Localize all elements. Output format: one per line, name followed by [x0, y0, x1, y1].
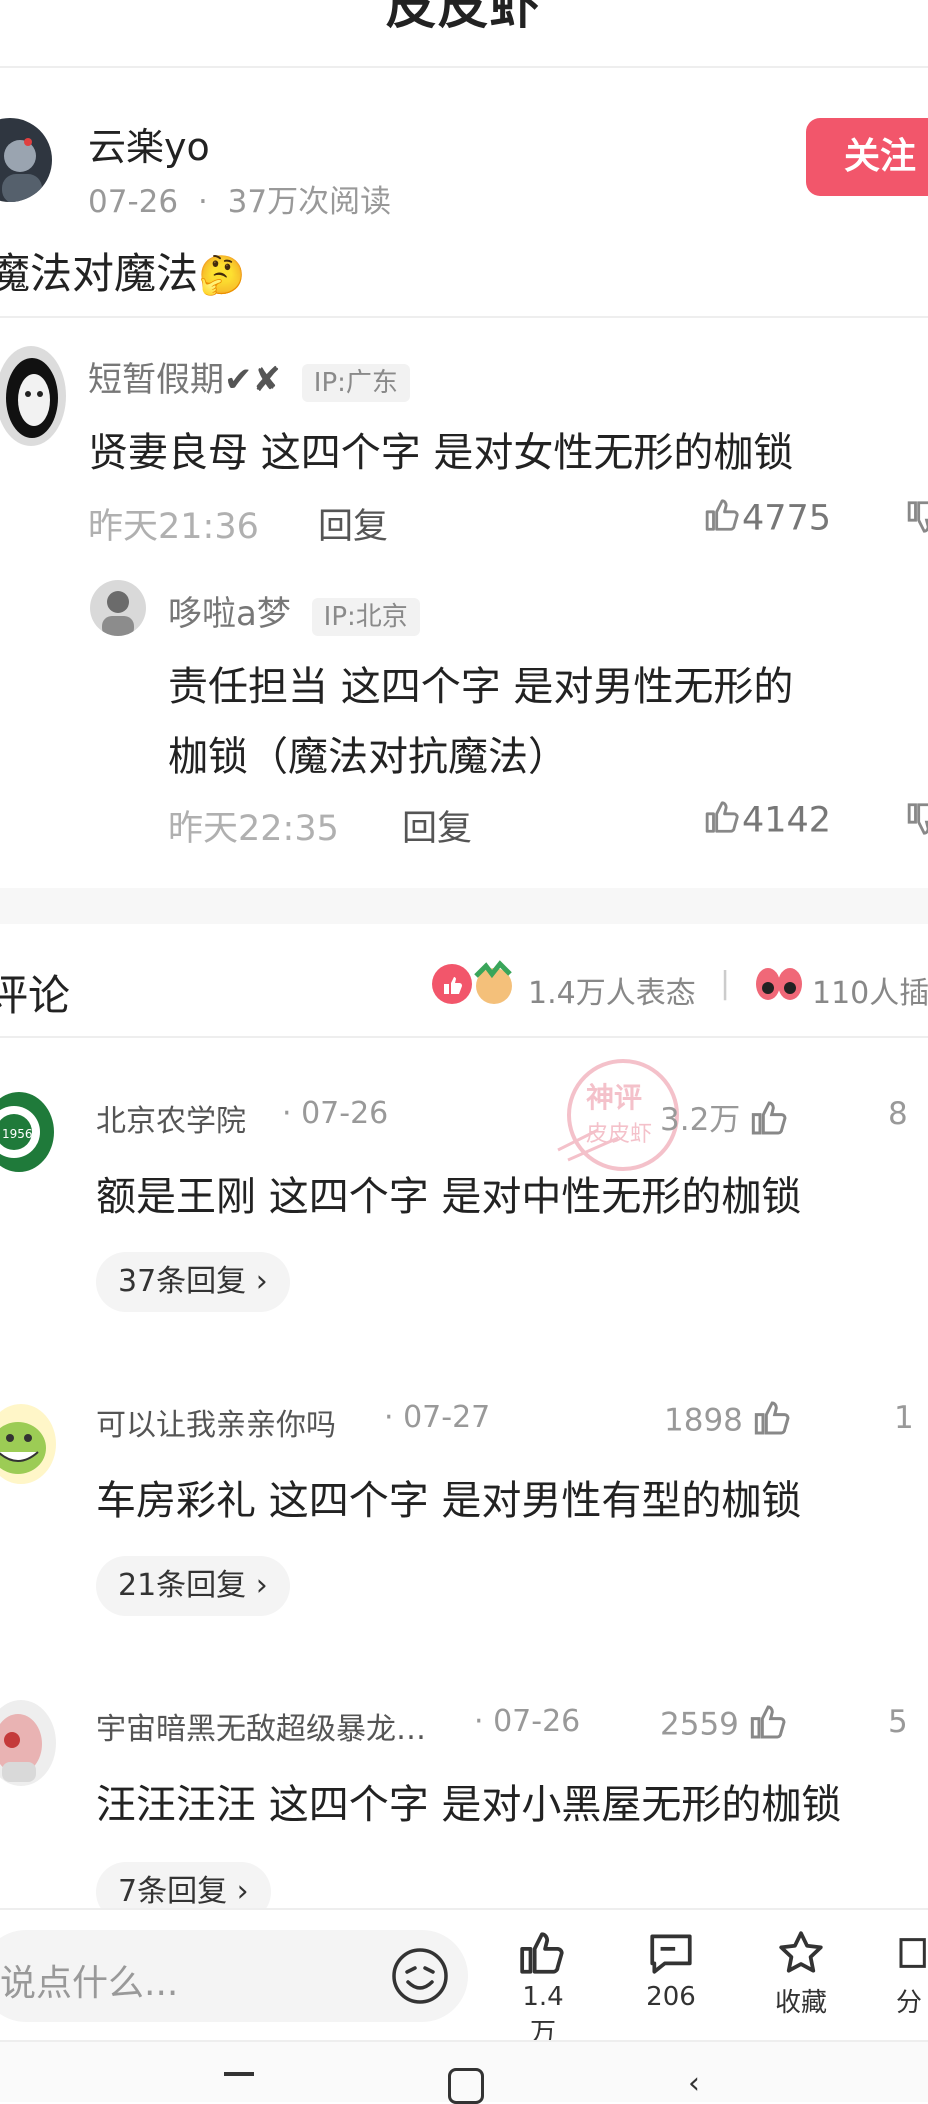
comment-extra-count: 5	[888, 1704, 908, 1740]
comment-like-group[interactable]: 3.2万	[660, 1094, 790, 1146]
comment-action[interactable]: 206	[640, 1928, 702, 2012]
quoted-like-group[interactable]: 4775	[704, 496, 831, 543]
comment-input-placeholder: 说点什么...	[0, 1963, 179, 2004]
thumbs-sticker-icon	[470, 960, 518, 1012]
favorite-action[interactable]: 收藏	[766, 1928, 836, 2019]
meta-separator: ·	[197, 184, 208, 220]
reply-like-group[interactable]: 4142	[704, 798, 831, 845]
thumb-down-icon[interactable]	[906, 498, 928, 540]
header-separator: |	[720, 966, 731, 1001]
more-icon[interactable]	[894, 0, 928, 10]
view-replies-button[interactable]: 21条回复 ›	[96, 1556, 290, 1616]
thumb-down-icon[interactable]	[906, 800, 928, 842]
follow-button[interactable]: 关注	[806, 118, 928, 196]
reply-reply-button[interactable]: 回复	[402, 800, 472, 851]
thumb-up-icon	[704, 496, 742, 543]
reaction-count[interactable]: 1.4万人表态	[528, 968, 696, 1012]
post-meta: 07-26 · 37万次阅读	[88, 176, 391, 221]
app-title: 皮皮虾	[386, 0, 542, 35]
quoted-like-count: 4775	[742, 498, 832, 539]
watermark-subtext: 皮皮虾	[586, 1122, 653, 1147]
read-count: 37万次阅读	[227, 184, 392, 220]
comment-user[interactable]: 宇宙暗黑无敌超级暴龙…	[96, 1704, 426, 1748]
reply-text-line1: 责任担当 这四个字 是对男性无形的	[168, 664, 794, 710]
comment-like-count: 1898	[664, 1402, 743, 1439]
like-action-count: 1.4万	[522, 1982, 564, 2048]
comments-header-divider	[0, 1036, 928, 1038]
share-action[interactable]: 分	[896, 1928, 928, 2019]
post-title: 魔法对魔法🤔	[0, 240, 245, 301]
comment-user[interactable]: 北京农学院	[96, 1096, 246, 1140]
favorite-label: 收藏	[774, 1988, 827, 2018]
share-icon	[896, 1928, 928, 1982]
title-divider	[0, 316, 928, 318]
thumb-up-icon	[512, 1928, 574, 1982]
quoted-comment-text: 贤妻良母 这四个字 是对女性无形的枷锁	[88, 430, 794, 476]
comment-extra-count: 1	[894, 1400, 914, 1436]
comment-avatar[interactable]	[0, 1700, 56, 1786]
comment-like-group[interactable]: 1898	[664, 1398, 793, 1446]
like-action[interactable]: 1.4万	[512, 1928, 574, 2049]
thumb-up-icon	[753, 1398, 793, 1446]
comment-avatar[interactable]	[0, 1404, 56, 1484]
post-date: 07-26	[88, 184, 179, 220]
view-replies-button[interactable]: 37条回复 ›	[96, 1252, 290, 1312]
insert-count[interactable]: 110人插	[812, 968, 928, 1012]
eyes-icon	[754, 964, 804, 1008]
commenter-avatar[interactable]	[0, 346, 66, 446]
thumb-up-icon	[750, 1098, 790, 1146]
comment-user[interactable]: 可以让我亲亲你吗	[96, 1400, 336, 1444]
reply-like-count: 4142	[742, 800, 832, 841]
reply-username[interactable]: 哆啦a梦	[168, 594, 291, 634]
comment-bubble-icon	[640, 1928, 702, 1982]
svg-text:1956: 1956	[2, 1127, 33, 1141]
header-divider	[0, 66, 928, 68]
comment-text: 车房彩礼 这四个字 是对男性有型的枷锁	[96, 1478, 802, 1524]
watermark-text: 神评	[586, 1081, 643, 1114]
reply-text-line2: 枷锁（魔法对抗魔法）	[168, 734, 568, 780]
comment-date: · 07-27	[384, 1400, 491, 1435]
comment-like-count: 2559	[660, 1706, 739, 1743]
star-icon	[766, 1928, 836, 1982]
thumb-up-icon	[749, 1702, 789, 1750]
menu-nav-icon[interactable]	[224, 2072, 254, 2076]
quoted-time: 昨天21:36	[88, 507, 259, 547]
comment-date: · 07-26	[282, 1096, 389, 1131]
reply-ip-badge: IP:北京	[311, 598, 420, 636]
quoted-username[interactable]: 短暂假期	[88, 360, 224, 400]
quoted-reply-button[interactable]: 回复	[318, 498, 388, 549]
bottom-bar-divider	[0, 1908, 928, 1910]
comment-action-count: 206	[646, 1982, 696, 2012]
section-gap	[0, 888, 928, 924]
verified-icon: ✔✘	[224, 360, 281, 400]
comment-like-group[interactable]: 2559	[660, 1702, 789, 1750]
comment-text: 汪汪汪汪 这四个字 是对小黑屋无形的枷锁	[96, 1782, 842, 1828]
back-nav-icon[interactable]: ‹	[688, 2066, 700, 2101]
comment-avatar[interactable]: 1956	[0, 1092, 54, 1172]
author-avatar[interactable]	[0, 118, 52, 202]
reply-user-avatar[interactable]	[90, 580, 146, 636]
quoted-user-row: 短暂假期✔✘ IP:广东	[88, 352, 410, 402]
comment-input[interactable]: 说点什么...	[0, 1930, 468, 2022]
comments-title: 评论	[0, 971, 71, 1020]
reply-time: 昨天22:35	[168, 809, 339, 849]
share-label: 分	[896, 1988, 923, 2018]
reply-user-row: 哆啦a梦 IP:北京	[168, 586, 420, 636]
ip-badge: IP:广东	[301, 364, 410, 402]
thinking-emoji-icon: 🤔	[198, 253, 246, 297]
post-title-text: 魔法对魔法	[0, 249, 199, 298]
thumb-up-icon	[704, 798, 742, 845]
home-nav-icon[interactable]	[448, 2068, 484, 2104]
comment-extra-count: 8	[888, 1096, 908, 1132]
emoji-icon[interactable]	[390, 1946, 450, 2010]
author-name[interactable]: 云楽yo	[88, 116, 210, 171]
comment-text: 额是王刚 这四个字 是对中性无形的枷锁	[96, 1174, 802, 1220]
like-reaction-icon	[430, 962, 474, 1010]
comment-like-count: 3.2万	[660, 1102, 741, 1138]
system-nav-bar: ‹	[0, 2040, 928, 2104]
comment-date: · 07-26	[474, 1704, 581, 1739]
